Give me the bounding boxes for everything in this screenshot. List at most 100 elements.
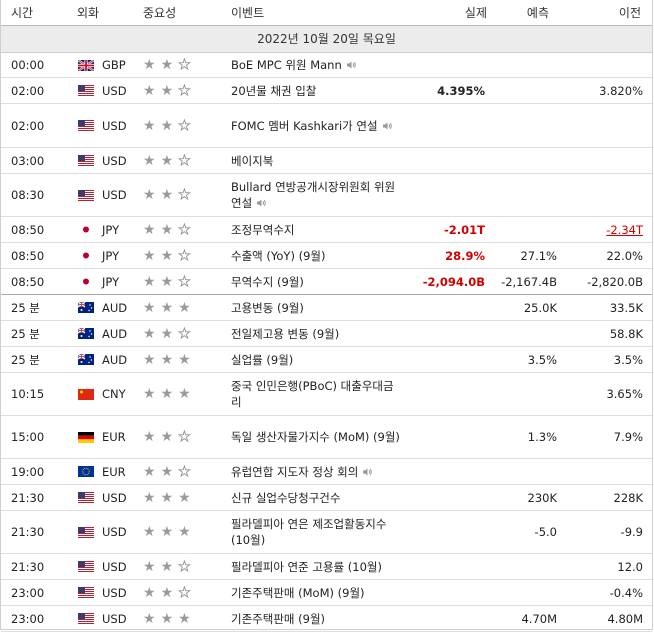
star-icon: ★ [160, 152, 174, 169]
star-icon: ★ [178, 273, 191, 290]
event-row[interactable]: 25 분 AUD ★ ★ ★ 고용변동 (9월) 25.0K 33.5K [1, 295, 652, 321]
importance-stars: ★ ★ ★ [143, 585, 229, 600]
currency-cell: AUD [77, 327, 143, 341]
event-name[interactable]: 중국 인민은행(PBoC) 대출우대금리 [229, 378, 403, 410]
event-row[interactable]: 21:30 USD ★ ★ ★ 필라델피아 연은 제조업활동지수 (10월) -5.0 -9.… [1, 511, 652, 554]
eu-flag-icon [78, 466, 94, 477]
star-icon: ★ [178, 489, 191, 506]
event-name[interactable]: 20년물 채권 입찰 [229, 83, 403, 99]
header-currency[interactable]: 외화 [77, 4, 143, 21]
star-icon: ★ [143, 325, 156, 342]
jp-flag-icon [78, 276, 94, 287]
importance-stars: ★ ★ ★ [143, 558, 229, 575]
header-forecast[interactable]: 예측 [491, 4, 559, 21]
event-time: 21:30 [11, 490, 45, 505]
currency-code: JPY [102, 222, 120, 237]
event-time: 08:30 [11, 188, 45, 202]
currency-code: AUD [102, 300, 128, 315]
us-flag-icon [78, 613, 94, 624]
star-icon: ★ [160, 325, 174, 342]
event-row[interactable]: 08:50 JPY ★ ★ ★ 수출액 (YoY) (9월) 28.9% 27.1% 22.0% [1, 243, 652, 269]
currency-code: USD [102, 611, 127, 626]
event-name[interactable]: 필라델피아 연은 제조업활동지수 (10월) [229, 516, 403, 548]
speaker-icon [342, 58, 357, 72]
event-time: 21:30 [11, 525, 45, 539]
event-name[interactable]: 필라델피아 연준 고용률 (10월) [229, 559, 403, 575]
event-row[interactable]: 08:50 JPY ★ ★ ★ 조정무역수지 -2.01T -2.34T [1, 217, 652, 243]
previous-value: 7.9% [613, 430, 643, 444]
star-icon: ★ [160, 273, 174, 290]
event-row[interactable]: 23:00 USD ★ ★ ★ 기존주택판매 (MoM) (9월) -0.4% [1, 580, 652, 606]
currency-cell: USD [77, 586, 143, 600]
currency-cell: USD [77, 188, 143, 202]
currency-cell: AUD [77, 301, 143, 315]
header-actual[interactable]: 실제 [403, 4, 491, 21]
event-time: 15:00 [11, 430, 45, 444]
event-name[interactable]: 조정무역수지 [229, 222, 403, 238]
event-name[interactable]: FOMC 멤버 Kashkari가 연설 [229, 118, 403, 134]
star-icon: ★ [143, 524, 156, 540]
star-icon: ★ [178, 351, 191, 368]
importance-stars: ★ ★ ★ [143, 222, 229, 237]
forecast-value: 4.70M [521, 611, 557, 626]
star-icon: ★ [178, 117, 191, 134]
event-label: 기존주택판매 (MoM) (9월) [231, 585, 365, 600]
event-name[interactable]: 기존주택판매 (9월) [229, 611, 403, 627]
event-name[interactable]: 베이지북 [229, 153, 403, 169]
event-row[interactable]: 25 분 AUD ★ ★ ★ 실업률 (9월) 3.5% 3.5% [1, 347, 652, 373]
event-name[interactable]: 기존주택판매 (MoM) (9월) [229, 585, 403, 601]
previous-value: 4.80M [607, 611, 643, 626]
event-time: 25 분 [11, 326, 40, 341]
forecast-value: 1.3% [527, 430, 557, 444]
header-time[interactable]: 시간 [1, 4, 77, 21]
star-icon: ★ [143, 429, 156, 445]
event-time: 08:50 [11, 222, 45, 237]
star-icon: ★ [160, 429, 174, 445]
event-name[interactable]: Bullard 연방공개시장위원회 위원 연설 [229, 179, 403, 211]
star-icon: ★ [160, 610, 174, 627]
event-row[interactable]: 21:30 USD ★ ★ ★ 필라델피아 연준 고용률 (10월) 12.0 [1, 554, 652, 580]
forecast-value: 25.0K [523, 300, 557, 315]
event-label: BoE MPC 위원 Mann [231, 58, 342, 72]
event-row[interactable]: 02:00 USD ★ ★ ★ 20년물 채권 입찰 4.395% 3.820% [1, 78, 652, 104]
event-row[interactable]: 19:00 EUR ★ ★ ★ 유럽연합 지도자 정상 회의 [1, 459, 652, 485]
event-label: 고용변동 (9월) [231, 300, 304, 315]
event-row[interactable]: 08:30 USD ★ ★ ★ Bullard 연방공개시장위원회 위원 연설 [1, 174, 652, 217]
currency-code: AUD [102, 326, 128, 341]
event-row[interactable]: 23:00 USD ★ ★ ★ 기존주택판매 (9월) 4.70M 4.80M [1, 606, 652, 632]
event-name[interactable]: 신규 실업수당청구건수 [229, 490, 403, 506]
star-icon: ★ [143, 351, 156, 368]
event-name[interactable]: 수출액 (YoY) (9월) [229, 248, 403, 264]
event-name[interactable]: 전일제고용 변동 (9월) [229, 326, 403, 342]
star-icon: ★ [143, 299, 156, 316]
event-row[interactable]: 15:00 EUR ★ ★ ★ 독일 생산자물가지수 (MoM) (9월) 1.3% 7.9% [1, 416, 652, 459]
header-importance[interactable]: 중요성 [143, 4, 229, 21]
event-name[interactable]: 유럽연합 지도자 정상 회의 [229, 464, 403, 480]
event-row[interactable]: 25 분 AUD ★ ★ ★ 전일제고용 변동 (9월) 58.8K [1, 321, 652, 347]
header-previous[interactable]: 이전 [559, 4, 643, 21]
star-icon: ★ [160, 558, 174, 575]
star-icon: ★ [143, 57, 156, 73]
event-row[interactable]: 02:00 USD ★ ★ ★ FOMC 멤버 Kashkari가 연설 [1, 104, 652, 148]
event-row[interactable]: 00:00 GBP ★ ★ ★ BoE MPC 위원 Mann [1, 53, 652, 78]
event-row[interactable]: 03:00 USD ★ ★ ★ 베이지북 [1, 148, 652, 174]
header-event[interactable]: 이벤트 [229, 5, 403, 21]
event-name[interactable]: 실업률 (9월) [229, 352, 403, 368]
actual-value: 28.9% [445, 248, 485, 263]
previous-value: 12.0 [617, 559, 643, 574]
event-label: 20년물 채권 입찰 [231, 83, 317, 98]
event-row[interactable]: 08:50 JPY ★ ★ ★ 무역수지 (9월) -2,094.0B -2,167.4B -2… [1, 269, 652, 295]
star-icon: ★ [160, 82, 174, 99]
event-name[interactable]: 독일 생산자물가지수 (MoM) (9월) [229, 429, 403, 445]
event-list: 00:00 GBP ★ ★ ★ BoE MPC 위원 Mann 02:00 USD ★ ★ ★ 20년… [1, 53, 652, 632]
event-name[interactable]: 무역수지 (9월) [229, 274, 403, 290]
star-icon: ★ [178, 610, 191, 627]
event-time: 23:00 [11, 585, 45, 600]
currency-cell: USD [77, 560, 143, 574]
event-row[interactable]: 21:30 USD ★ ★ ★ 신규 실업수당청구건수 230K 228K [1, 485, 652, 511]
event-row[interactable]: 10:15 CNY ★ ★ ★ 중국 인민은행(PBoC) 대출우대금리 3.65% [1, 373, 652, 416]
event-name[interactable]: BoE MPC 위원 Mann [229, 57, 403, 73]
forecast-value: 3.5% [527, 352, 557, 367]
event-name[interactable]: 고용변동 (9월) [229, 300, 403, 316]
importance-stars: ★ ★ ★ [143, 464, 229, 479]
